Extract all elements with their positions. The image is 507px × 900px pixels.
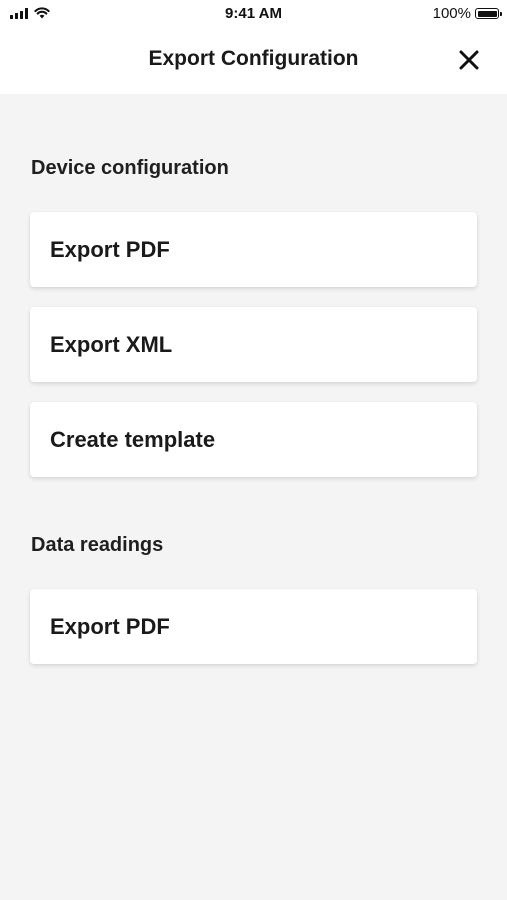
card-label: Create template: [50, 426, 216, 452]
section-title-data-readings: Data readings: [31, 534, 164, 556]
export-pdf-device-button[interactable]: Export PDF: [30, 212, 477, 287]
card-label: Export PDF: [50, 236, 170, 262]
export-pdf-readings-button[interactable]: Export PDF: [30, 589, 477, 664]
close-button[interactable]: [455, 46, 483, 74]
status-time: 9:41 AM: [225, 5, 282, 22]
export-xml-button[interactable]: Export XML: [30, 307, 477, 382]
status-bar: 9:41 AM 100%: [0, 0, 507, 27]
battery-percent: 100%: [432, 5, 471, 22]
section-title-device-configuration: Device configuration: [31, 157, 229, 179]
status-right-group: 100%: [432, 5, 502, 22]
header: Export Configuration: [0, 27, 507, 94]
card-label: Export PDF: [50, 613, 170, 639]
card-label: Export XML: [50, 331, 173, 357]
battery-icon: [475, 8, 502, 19]
page-title: Export Configuration: [148, 47, 359, 70]
create-template-button[interactable]: Create template: [30, 402, 477, 477]
close-icon: [459, 50, 479, 70]
